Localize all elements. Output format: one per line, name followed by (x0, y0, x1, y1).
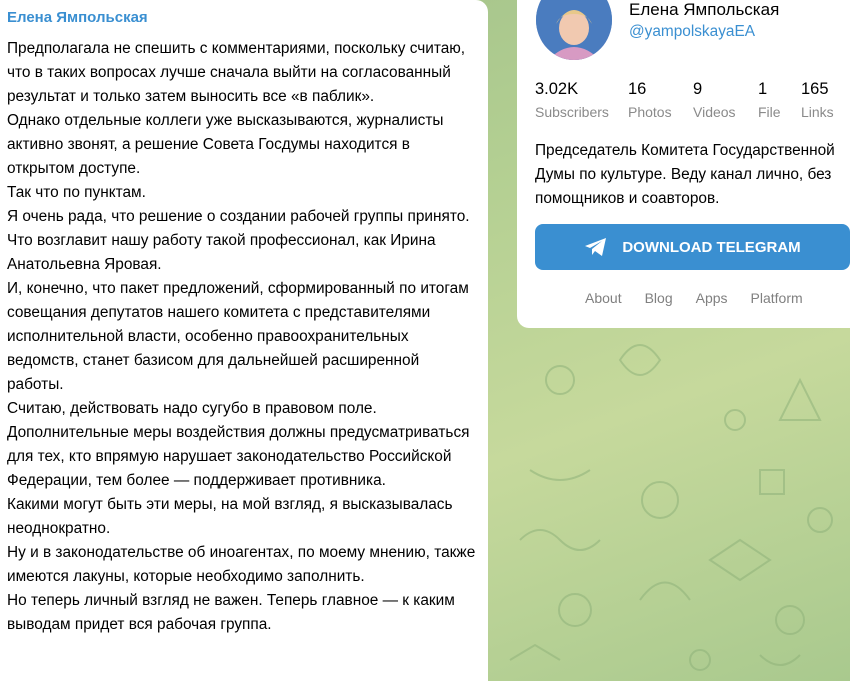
stat-value: 1 (758, 80, 768, 98)
stat-subscribers: 3.02K Subscribers (535, 80, 609, 120)
post-paragraph: Так что по пунктам. (7, 184, 146, 201)
link-platform[interactable]: Platform (751, 290, 803, 306)
telegram-plane-icon (585, 238, 607, 256)
channel-name: Елена Ямпольская (629, 0, 780, 19)
channel-info-card: Елена Ямпольская @yampolskayaEA 3.02K Su… (517, 0, 850, 328)
stat-value: 9 (693, 80, 703, 98)
post-paragraph: Какими могут быть эти меры, на мой взгля… (7, 496, 453, 537)
download-telegram-label: DOWNLOAD TELEGRAM (622, 238, 801, 256)
channel-description: Председатель Комитета Государственной Ду… (535, 142, 835, 207)
link-blog[interactable]: Blog (645, 290, 673, 306)
post-paragraph: Считаю, действовать надо сугубо в правов… (7, 400, 470, 489)
stat-value: 165 (801, 80, 829, 98)
stat-label: Subscribers (535, 104, 609, 120)
stat-label: Photos (628, 104, 672, 120)
download-telegram-button[interactable]: DOWNLOAD TELEGRAM (535, 224, 850, 270)
stat-videos[interactable]: 9 Videos (693, 80, 736, 120)
link-apps[interactable]: Apps (696, 290, 728, 306)
footer-links: About Blog Apps Platform (585, 290, 803, 306)
post-text: Предполагала не спешить с комментариями,… (7, 37, 478, 637)
post-paragraph: Я очень рада, что решение о создании раб… (7, 208, 470, 273)
stat-photos[interactable]: 16 Photos (628, 80, 672, 120)
stat-links[interactable]: 165 Links (801, 80, 834, 120)
channel-post: Елена Ямпольская Предполагала не спешить… (0, 0, 488, 681)
link-about[interactable]: About (585, 290, 622, 306)
post-author[interactable]: Елена Ямпольская (7, 8, 478, 28)
stat-label: File (758, 104, 781, 120)
stat-value: 16 (628, 80, 647, 98)
post-paragraph: Но теперь личный взгляд не важен. Теперь… (7, 592, 455, 633)
post-paragraph: Однако отдельные коллеги уже высказывают… (7, 112, 444, 177)
channel-handle[interactable]: @yampolskayaEA (629, 23, 755, 41)
stat-value: 3.02K (535, 80, 579, 98)
post-paragraph: Предполагала не спешить с комментариями,… (7, 40, 466, 105)
post-paragraph: Ну и в законодательстве об иноагентах, п… (7, 544, 476, 585)
channel-avatar[interactable] (536, 0, 612, 60)
post-paragraph: И, конечно, что пакет предложений, сформ… (7, 280, 469, 393)
stat-label: Videos (693, 104, 736, 120)
stat-files[interactable]: 1 File (758, 80, 781, 120)
stat-label: Links (801, 104, 834, 120)
